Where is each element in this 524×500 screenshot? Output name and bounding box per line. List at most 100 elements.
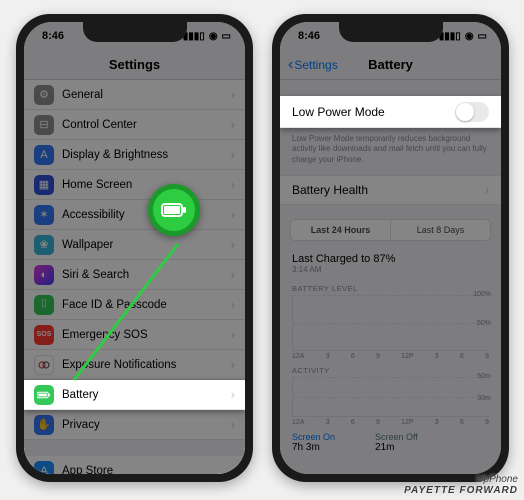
last-charged-time: 3:14 AM [292, 265, 489, 274]
row-label: Emergency SOS [62, 329, 231, 341]
phone-settings: 8:46 ▮▮▮▯ ◉ ▭ Settings ⚙ General › ⊟ [16, 14, 253, 482]
chevron-right-icon: › [231, 207, 235, 222]
seg-8d[interactable]: Last 8 Days [391, 220, 490, 240]
faceid-icon: ⌷ [34, 295, 54, 315]
back-label: Settings [294, 58, 337, 72]
toggle-knob [456, 103, 474, 121]
screen-on-block: Screen On 7h 3m [292, 432, 335, 453]
row-exposure[interactable]: Exposure Notifications › [24, 350, 245, 380]
screen-on-value: 7h 3m [292, 442, 335, 453]
accessibility-icon: ✶ [34, 205, 54, 225]
activity-chart: 60m 30m [292, 377, 489, 417]
low-power-mode-row[interactable]: Low Power Mode [280, 96, 501, 128]
back-button[interactable]: ‹ Settings [288, 57, 338, 73]
row-siri[interactable]: ◐ Siri & Search › [24, 260, 245, 290]
wallpaper-icon: ❀ [34, 235, 54, 255]
battery-status-icon: ▭ [222, 31, 231, 42]
watermark: UpPhone PAYETTE FORWARD [404, 474, 518, 496]
level-xaxis: 12A36912P369 [292, 353, 489, 360]
signal-icon: ▮▮▮▯ [439, 31, 461, 42]
row-label: Privacy [62, 419, 231, 431]
battery-icon [34, 385, 54, 405]
row-display[interactable]: A Display & Brightness › [24, 140, 245, 170]
last-charged-info: Last Charged to 87% 3:14 AM [280, 249, 501, 278]
low-power-mode-label: Low Power Mode [292, 105, 385, 119]
row-accessibility[interactable]: ✶ Accessibility › [24, 200, 245, 230]
row-appstore[interactable]: A App Store › [24, 456, 245, 474]
battery-callout-icon [148, 184, 200, 236]
row-label: General [62, 89, 231, 101]
page-title: Battery [368, 57, 413, 72]
phone-battery: 8:46 ▮▮▮▯ ◉ ▭ ‹ Settings Battery Low Pow… [272, 14, 509, 482]
row-label: Face ID & Passcode [62, 299, 231, 311]
row-wallpaper[interactable]: ❀ Wallpaper › [24, 230, 245, 260]
screen-off-block: Screen Off 21m [375, 432, 418, 453]
chevron-right-icon: › [231, 237, 235, 252]
row-sos[interactable]: SOS Emergency SOS › [24, 320, 245, 350]
chevron-right-icon: › [231, 357, 235, 372]
chevron-right-icon: › [231, 267, 235, 282]
status-icons: ▮▮▮▯ ◉ ▭ [439, 31, 487, 42]
chevron-right-icon: › [231, 463, 235, 474]
seg-24h[interactable]: Last 24 Hours [291, 220, 391, 240]
page-title: Settings [109, 57, 160, 72]
settings-list-group-2: A App Store › ◧ Wallet & Apple Pay › [24, 456, 245, 474]
sos-icon: SOS [34, 325, 54, 345]
activity-label: ACTIVITY [280, 360, 501, 377]
chevron-right-icon: › [231, 147, 235, 162]
screen-settings: 8:46 ▮▮▮▯ ◉ ▭ Settings ⚙ General › ⊟ [24, 22, 245, 474]
chevron-right-icon: › [485, 183, 489, 197]
siri-icon: ◐ [34, 265, 54, 285]
row-faceid[interactable]: ⌷ Face ID & Passcode › [24, 290, 245, 320]
chevron-right-icon: › [231, 117, 235, 132]
gear-icon: ⚙ [34, 85, 54, 105]
row-general[interactable]: ⚙ General › [24, 80, 245, 110]
row-label: Exposure Notifications [62, 359, 231, 371]
status-time: 8:46 [42, 30, 64, 42]
grid-icon: ▦ [34, 175, 54, 195]
row-label: Control Center [62, 119, 231, 131]
chevron-left-icon: ‹ [288, 57, 293, 73]
row-label: Wallpaper [62, 239, 231, 251]
settings-list-group-1: ⚙ General › ⊟ Control Center › A Display… [24, 80, 245, 440]
activity-xaxis: 12A36912P369 [292, 419, 489, 426]
row-battery[interactable]: Battery › [24, 380, 245, 410]
wifi-icon: ◉ [209, 31, 218, 42]
section-gap [24, 440, 245, 456]
appstore-icon: A [34, 461, 54, 475]
time-range-segmented[interactable]: Last 24 Hours Last 8 Days [290, 219, 491, 241]
battery-health-label: Battery Health [292, 183, 368, 197]
battery-level-label: BATTERY LEVEL [280, 278, 501, 295]
exposure-icon [34, 355, 54, 375]
row-label: Battery [62, 389, 231, 401]
hand-icon: ✋ [34, 415, 54, 435]
navbar-settings: Settings [24, 50, 245, 80]
watermark-l2: PAYETTE FORWARD [404, 485, 518, 496]
battery-status-icon: ▭ [478, 31, 487, 42]
screen-usage-split: Screen On 7h 3m Screen Off 21m [280, 426, 501, 453]
low-power-mode-toggle[interactable] [455, 102, 489, 122]
screen-on-label: Screen On [292, 432, 335, 442]
chevron-right-icon: › [231, 297, 235, 312]
row-label: Accessibility [62, 209, 231, 221]
watermark-l1: UpPhone [404, 474, 518, 485]
row-label: Display & Brightness [62, 149, 231, 161]
chevron-right-icon: › [231, 387, 235, 402]
chevron-right-icon: › [231, 417, 235, 432]
row-control-center[interactable]: ⊟ Control Center › [24, 110, 245, 140]
notch [339, 22, 443, 42]
battery-level-chart: 100% 50% [292, 295, 489, 351]
battery-health-row[interactable]: Battery Health › [280, 175, 501, 205]
screen-off-value: 21m [375, 442, 418, 453]
screen-off-label: Screen Off [375, 432, 418, 442]
screen-battery: 8:46 ▮▮▮▯ ◉ ▭ ‹ Settings Battery Low Pow… [280, 22, 501, 474]
row-label: Siri & Search [62, 269, 231, 281]
chevron-right-icon: › [231, 177, 235, 192]
last-charged-text: Last Charged to 87% [292, 253, 489, 265]
row-privacy[interactable]: ✋ Privacy › [24, 410, 245, 440]
status-icons: ▮▮▮▯ ◉ ▭ [183, 31, 231, 42]
row-home-screen[interactable]: ▦ Home Screen › [24, 170, 245, 200]
wifi-icon: ◉ [465, 31, 474, 42]
toggles-icon: ⊟ [34, 115, 54, 135]
chevron-right-icon: › [231, 327, 235, 342]
